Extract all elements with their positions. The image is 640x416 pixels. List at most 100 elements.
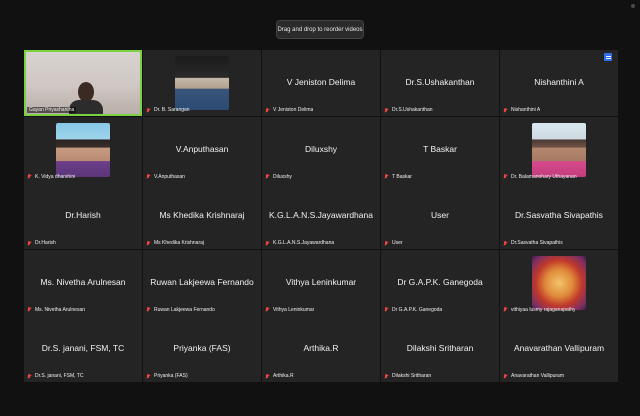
- muted-mic-icon: [503, 307, 508, 312]
- participant-display-name: User: [431, 210, 449, 220]
- participant-name-label: Dr G.A.P.K. Ganegoda: [384, 307, 442, 313]
- participant-tile[interactable]: Dr.S.Ushakanthan Dr.S.Ushakanthan: [381, 50, 499, 116]
- participant-display-name: Priyanka (FAS): [173, 343, 231, 353]
- participant-name-label: K. Vidya dharshini: [27, 174, 75, 180]
- participant-name-text: vithiyaa lusmy rajaganapathy: [511, 306, 576, 313]
- gallery-grid: Gayan Priyashantha Dr. B. Sarangan V Jenis…: [24, 50, 618, 382]
- participant-name-label: Anavarathan Vallipuram: [503, 373, 564, 379]
- participant-name-label: Dr.Harish: [27, 240, 56, 246]
- participant-tile[interactable]: K. Vidya dharshini: [24, 116, 142, 183]
- participant-display-name: K.G.L.A.N.S.Jayawardhana: [269, 210, 373, 220]
- participant-name-text: Dr G.A.P.K. Ganegoda: [392, 306, 443, 313]
- participant-tile[interactable]: Ms Khedika Krishnaraj Ms Khedika Krishnar…: [143, 183, 261, 249]
- participant-video: [26, 52, 140, 114]
- muted-mic-icon: [27, 373, 32, 379]
- muted-mic-icon: [503, 373, 508, 379]
- participant-display-name: Dr.Sasvatha Sivapathis: [515, 210, 603, 220]
- meeting-window: Drag and drop to reorder videos Gayan Pr…: [0, 0, 640, 416]
- participant-name-label: Priyanka (FAS): [146, 373, 188, 379]
- participant-name-label: Nishanthini A: [503, 107, 540, 113]
- participant-tile[interactable]: Dr.S. janani, FSM, TC Dr.S. janani, FSM, …: [24, 316, 142, 382]
- muted-mic-icon: [146, 373, 151, 379]
- participant-name-label: Ruwan Lakjeewa Fernando: [146, 307, 215, 313]
- participant-name-label: Vithya Leninkumar: [265, 307, 314, 313]
- muted-mic-icon: [265, 307, 270, 312]
- participant-tile[interactable]: vithiyaa lusmy rajaganapathy: [500, 249, 618, 316]
- participant-avatar: [175, 56, 229, 110]
- participant-name-text: V.Anputhasan: [154, 173, 185, 180]
- participant-display-name: Dilakshi Sritharan: [406, 343, 474, 353]
- participant-tile[interactable]: Diluxshy Diluxshy: [262, 116, 380, 183]
- participant-name-label: Dr.S.Ushakanthan: [384, 107, 433, 113]
- muted-mic-icon: [146, 107, 151, 113]
- participant-tile[interactable]: Gayan Priyashantha: [24, 50, 142, 116]
- participant-display-name: Dr.S. janani, FSM, TC: [41, 343, 125, 353]
- participant-name-label: Gayan Priyashantha: [27, 107, 77, 113]
- participant-tile[interactable]: Anavarathan Vallipuram Anavarathan Vallip…: [500, 316, 618, 382]
- participant-display-name: Vithya Leninkumar: [285, 276, 357, 287]
- participant-display-name: Diluxshy: [304, 143, 338, 154]
- participant-tile[interactable]: Vithya Leninkumar Vithya Leninkumar: [262, 249, 380, 316]
- muted-mic-icon: [27, 174, 32, 179]
- participant-display-name: Nishanthini A: [534, 77, 584, 87]
- participant-name-text: K. Vidya dharshini: [35, 173, 76, 180]
- participant-name-text: Dr.S. janani, FSM, TC: [35, 373, 84, 379]
- participant-name-text: V Jeniston Delima: [273, 107, 314, 113]
- participant-name-text: Dr. B. Sarangan: [154, 107, 190, 113]
- participant-name-label: T Baskar: [384, 174, 412, 180]
- participant-name-text: Gayan Priyashantha: [29, 107, 75, 113]
- participant-name-label: Dilakshi Sritharan: [384, 373, 431, 379]
- muted-mic-icon: [27, 240, 32, 246]
- participant-tile[interactable]: Nishanthini A Nishanthini A: [500, 50, 618, 116]
- participant-name-label: Ms Khedika Krishnaraj: [146, 240, 204, 246]
- gallery-view-button[interactable]: [604, 53, 612, 61]
- participant-tile[interactable]: Ms. Nivetha Arulnesan Ms. Nivetha Arulnes…: [24, 249, 142, 316]
- muted-mic-icon: [384, 107, 389, 113]
- participant-tile[interactable]: Dr. Balamanohary Uthayanan: [500, 116, 618, 183]
- participant-name-label: Dr. Balamanohary Uthayanan: [503, 174, 577, 180]
- muted-mic-icon: [265, 174, 270, 179]
- participant-tile[interactable]: Dr.Harish Dr.Harish: [24, 183, 142, 249]
- participant-tile[interactable]: Arthika.R Arthika.R: [262, 316, 380, 382]
- muted-mic-icon: [384, 373, 389, 379]
- muted-mic-icon: [146, 307, 151, 312]
- participant-name-text: T Baskar: [392, 173, 412, 180]
- participant-tile[interactable]: T Baskar T Baskar: [381, 116, 499, 183]
- participant-name-text: Dr. Balamanohary Uthayanan: [511, 173, 577, 180]
- muted-mic-icon: [503, 174, 508, 179]
- participant-tile[interactable]: Dilakshi Sritharan Dilakshi Sritharan: [381, 316, 499, 382]
- video-person-head: [78, 82, 94, 102]
- participant-name-text: Dr.S.Ushakanthan: [392, 107, 433, 113]
- muted-mic-icon: [384, 174, 389, 179]
- muted-mic-icon: [265, 240, 270, 246]
- muted-mic-icon: [146, 174, 151, 179]
- participant-display-name: Dr.Harish: [65, 210, 101, 220]
- participant-tile[interactable]: Dr.Sasvatha Sivapathis Dr.Sasvatha Sivapa…: [500, 183, 618, 249]
- participant-tile[interactable]: Ruwan Lakjeewa Fernando Ruwan Lakjeewa Fe…: [143, 249, 261, 316]
- participant-tile[interactable]: Priyanka (FAS) Priyanka (FAS): [143, 316, 261, 382]
- participant-tile[interactable]: Dr. B. Sarangan: [143, 50, 261, 116]
- participant-name-label: Arthika.R: [265, 373, 294, 379]
- participant-tile[interactable]: K.G.L.A.N.S.Jayawardhana K.G.L.A.N.S.Jaya…: [262, 183, 380, 249]
- participant-name-text: Dilakshi Sritharan: [392, 373, 432, 379]
- participant-display-name: Ms. Nivetha Arulnesan: [40, 276, 126, 287]
- participant-name-label: vithiyaa lusmy rajaganapathy: [503, 307, 575, 313]
- participant-display-name: Ruwan Lakjeewa Fernando: [150, 276, 254, 287]
- participant-name-text: Dr.Sasvatha Sivapathis: [511, 240, 563, 246]
- muted-mic-icon: [265, 107, 270, 113]
- participant-display-name: T Baskar: [423, 143, 457, 154]
- participant-name-text: Ruwan Lakjeewa Fernando: [154, 306, 215, 313]
- participant-tile[interactable]: User User: [381, 183, 499, 249]
- participant-display-name: Ms Khedika Krishnaraj: [159, 210, 245, 220]
- participant-avatar: [56, 122, 110, 177]
- participant-avatar: [532, 255, 586, 310]
- participant-name-text: Priyanka (FAS): [154, 373, 188, 379]
- muted-mic-icon: [27, 307, 32, 312]
- participant-display-name: Arthika.R: [303, 343, 339, 353]
- participant-tile[interactable]: V Jeniston Delima V Jeniston Delima: [262, 50, 380, 116]
- reorder-toast: Drag and drop to reorder videos: [276, 20, 364, 39]
- participant-tile[interactable]: V.Anputhasan V.Anputhasan: [143, 116, 261, 183]
- participant-tile[interactable]: Dr G.A.P.K. Ganegoda Dr G.A.P.K. Ganegoda: [381, 249, 499, 316]
- participant-name-text: Ms. Nivetha Arulnesan: [35, 306, 86, 313]
- participant-name-text: User: [392, 240, 403, 246]
